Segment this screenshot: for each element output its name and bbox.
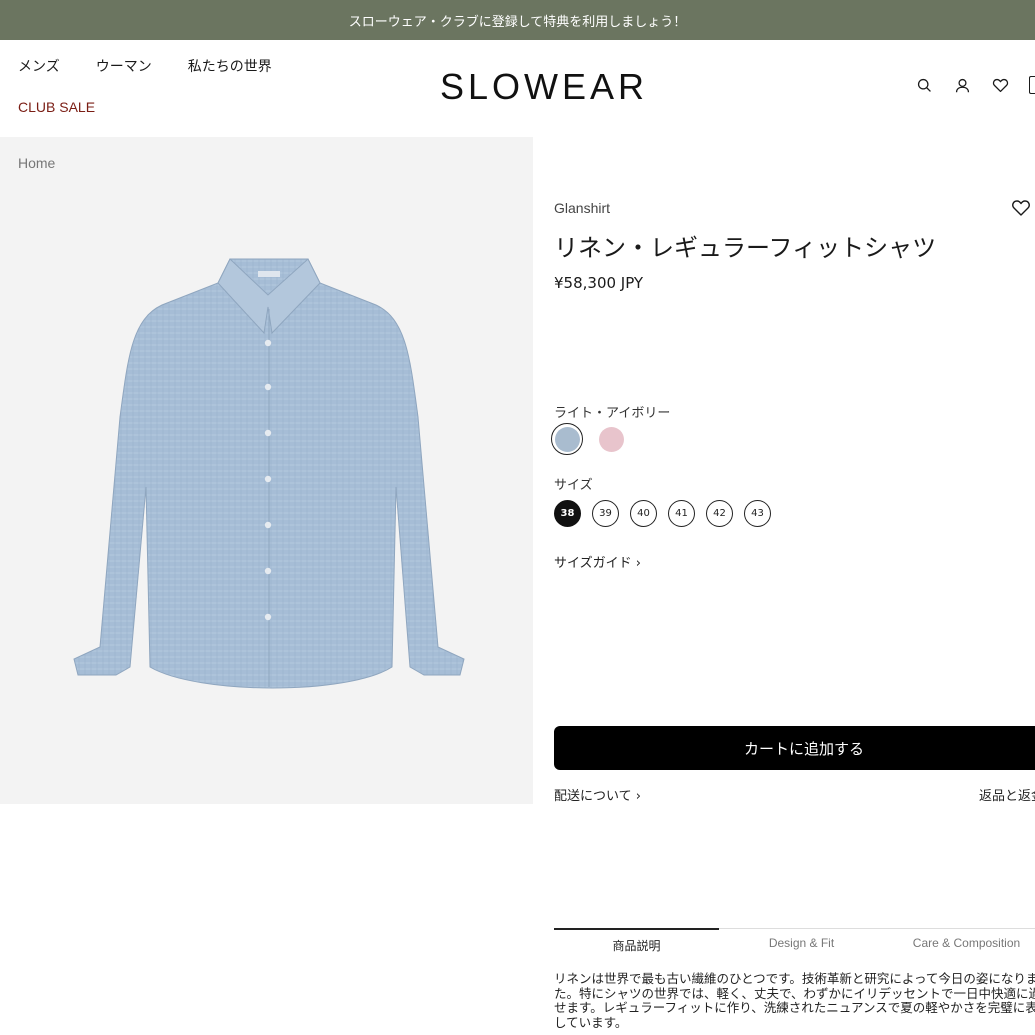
promo-banner[interactable]: スローウェア・クラブに登録して特典を利用しましょう！ [0, 0, 1035, 40]
product-price: ¥58,300 JPY [554, 274, 644, 292]
product-brand[interactable]: Glanshirt [554, 200, 610, 216]
product-description: リネンは世界で最も古い繊維のひとつです。技術革新と研究によって今日の姿になりまし… [554, 971, 1035, 1030]
swatch-pink[interactable] [595, 423, 627, 455]
tab-care-composition[interactable]: Care & Composition [884, 929, 1035, 956]
product-image-panel: Home [0, 137, 533, 804]
swatch-light-blue[interactable] [551, 423, 583, 455]
product-tabs: 商品説明 Design & Fit Care & Composition [554, 928, 1035, 956]
product-title: リネン・レギュラーフィットシャツ [554, 234, 937, 262]
product-image[interactable] [58, 247, 478, 697]
heart-icon[interactable] [991, 76, 1009, 94]
size-label: サイズ [554, 478, 593, 493]
search-icon[interactable] [915, 76, 933, 94]
promo-banner-text[interactable]: スローウェア・クラブに登録して特典を利用しましょう！ [349, 11, 687, 30]
returns-link[interactable]: 返品と返金 [979, 785, 1035, 804]
main-nav: メンズ ウーマン 私たちの世界 [18, 56, 308, 76]
size-options: 38 39 40 41 42 43 [554, 500, 771, 527]
size-option-43[interactable]: 43 [744, 500, 771, 527]
size-option-38[interactable]: 38 [554, 500, 581, 527]
nav-womens[interactable]: ウーマン [96, 56, 152, 76]
size-option-40[interactable]: 40 [630, 500, 657, 527]
user-icon[interactable] [953, 76, 971, 94]
size-guide-link[interactable]: サイズガイド › [554, 552, 641, 571]
wishlist-heart-icon[interactable] [1011, 198, 1031, 218]
site-logo[interactable]: SLOWEAR [440, 66, 648, 108]
shipping-info-link[interactable]: 配送について › [554, 785, 641, 804]
size-option-42[interactable]: 42 [706, 500, 733, 527]
breadcrumb-home[interactable]: Home [18, 155, 55, 171]
color-label: ライト・アイボリー [554, 406, 671, 421]
color-swatches [551, 423, 627, 455]
nav-our-world[interactable]: 私たちの世界 [188, 56, 272, 76]
header-icons [915, 76, 1035, 94]
nav-mens[interactable]: メンズ [18, 56, 60, 76]
tab-description[interactable]: 商品説明 [554, 928, 719, 956]
tab-design-fit[interactable]: Design & Fit [719, 929, 884, 956]
add-to-cart-button[interactable]: カートに追加する [554, 726, 1035, 770]
size-option-39[interactable]: 39 [592, 500, 619, 527]
size-option-41[interactable]: 41 [668, 500, 695, 527]
nav-club-sale[interactable]: CLUB SALE [18, 99, 95, 115]
cart-icon[interactable] [1029, 76, 1035, 94]
